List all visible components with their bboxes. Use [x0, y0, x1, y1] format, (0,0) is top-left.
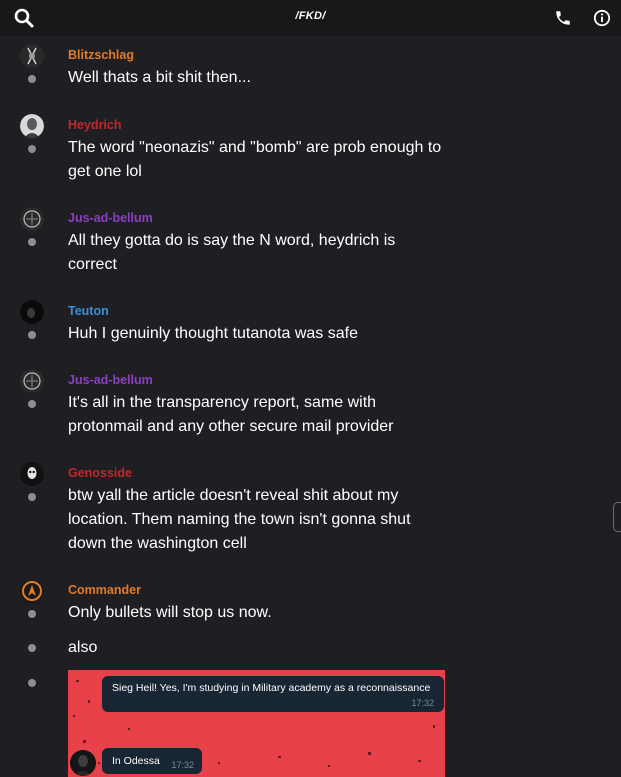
chat-title: /FKD/ [295, 10, 326, 22]
status-dot [28, 493, 36, 501]
message-text: The word "neonazis" and "bomb" are prob … [68, 136, 458, 184]
avatar[interactable] [20, 579, 44, 603]
message-text: Well thats a bit shit then... [68, 66, 458, 90]
embedded-bubble-time: 17:32 [171, 760, 194, 770]
phone-icon[interactable] [551, 6, 575, 30]
message-text: All they gotta do is say the N word, hey… [68, 229, 458, 277]
sender-name[interactable]: Jus-ad-bellum [68, 373, 153, 387]
message-text: btw yall the article doesn't reveal shit… [68, 484, 458, 556]
embedded-bubble-time: 17:32 [411, 698, 434, 708]
avatar[interactable] [20, 44, 44, 68]
message-line: All they gotta do is say the N word, hey… [68, 232, 396, 249]
sender-name[interactable]: Blitzschlag [68, 48, 134, 62]
chat-header: /FKD/ [0, 0, 621, 36]
message-line: Well thats a bit shit then... [68, 69, 251, 86]
sender-name[interactable]: Jus-ad-bellum [68, 211, 153, 225]
message-line: correct [68, 256, 117, 273]
avatar[interactable] [20, 114, 44, 138]
message-text: Huh I genuinly thought tutanota was safe [68, 322, 458, 346]
message-line: protonmail and any other secure mail pro… [68, 418, 394, 435]
status-dot [28, 145, 36, 153]
embedded-bubble-text: Sieg Heil! Yes, I'm studying in Military… [112, 682, 431, 694]
sender-name[interactable]: Heydrich [68, 118, 122, 132]
message-line: Huh I genuinly thought tutanota was safe [68, 325, 358, 342]
status-dot [28, 679, 36, 687]
embedded-bubble: Sieg Heil! Yes, I'm studying in Military… [102, 676, 444, 712]
embedded-image[interactable]: Sieg Heil! Yes, I'm studying in Military… [68, 670, 445, 777]
message-line: btw yall the article doesn't reveal shit… [68, 487, 399, 504]
message-line: Only bullets will stop us now. [68, 604, 272, 621]
message-line: It's all in the transparency report, sam… [68, 394, 377, 411]
message-line: down the washington cell [68, 535, 247, 552]
embedded-bubble-text: In Odessa [112, 755, 160, 767]
message-line: get one lol [68, 163, 142, 180]
sender-name[interactable]: Commander [68, 583, 141, 597]
avatar[interactable] [20, 369, 44, 393]
status-dot [28, 400, 36, 408]
message-text: It's all in the transparency report, sam… [68, 391, 458, 439]
message-line: location. Them naming the town isn't gon… [68, 511, 411, 528]
avatar[interactable] [20, 207, 44, 231]
message-line: The word "neonazis" and "bomb" are prob … [68, 139, 442, 156]
avatar[interactable] [20, 300, 44, 324]
status-dot [28, 75, 36, 83]
message-text: also [68, 636, 458, 660]
status-dot [28, 644, 36, 652]
message-list: Blitzschlag Well thats a bit shit then..… [0, 36, 621, 777]
avatar[interactable] [20, 462, 44, 486]
sender-name[interactable]: Teuton [68, 304, 109, 318]
status-dot [28, 331, 36, 339]
embedded-avatar [70, 750, 96, 776]
status-dot [28, 238, 36, 246]
status-dot [28, 610, 36, 618]
info-icon[interactable] [590, 6, 614, 30]
message-text: Only bullets will stop us now. [68, 601, 458, 625]
message-line: also [68, 639, 98, 656]
sender-name[interactable]: Genosside [68, 466, 132, 480]
embedded-bubble: In Odessa 17:32 [102, 748, 202, 774]
scroll-handle[interactable] [613, 502, 621, 532]
